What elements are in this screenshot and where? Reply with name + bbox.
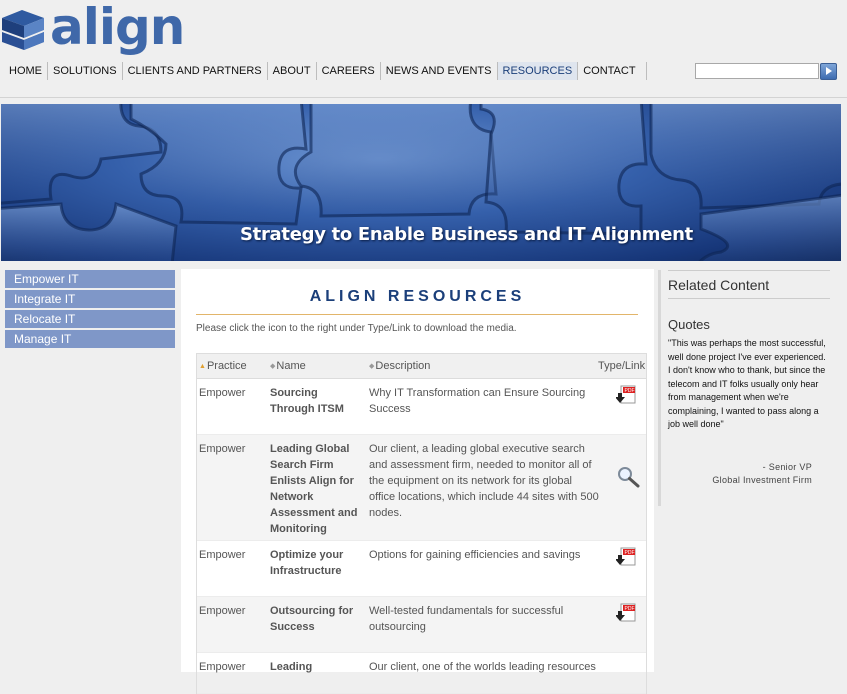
table-row: Empower Leading Global Search Firm Enlis… <box>197 435 646 541</box>
sidebar-item-relocate-it[interactable]: Relocate IT <box>5 310 175 328</box>
pdf-download-icon[interactable]: PDF <box>615 547 638 572</box>
cell-practice: Empower <box>199 387 246 399</box>
cell-description: Our client, a leading global executive s… <box>369 443 599 519</box>
magnifier-icon[interactable] <box>616 465 642 494</box>
table-header: ▲Practice ◆Name ◆Description Type/Link <box>197 354 646 379</box>
cell-practice: Empower <box>199 605 246 617</box>
nav-careers[interactable]: CAREERS <box>317 62 381 80</box>
attribution-org: Global Investment Firm <box>712 475 812 485</box>
cell-name: Leading Global Search Firm Enlists Align… <box>270 443 358 535</box>
nav-clients-and-partners[interactable]: CLIENTS AND PARTNERS <box>123 62 268 80</box>
sidebar: Empower IT Integrate IT Relocate IT Mana… <box>5 270 175 350</box>
cell-name: Outsourcing for Success <box>270 605 354 633</box>
pdf-download-icon[interactable]: PDF <box>615 385 638 410</box>
column-header-name[interactable]: ◆Name <box>270 360 306 372</box>
main-nav: HOME SOLUTIONS CLIENTS AND PARTNERS ABOU… <box>4 62 647 80</box>
nav-contact[interactable]: CONTACT <box>578 62 647 80</box>
column-header-type-link[interactable]: Type/Link <box>598 360 645 372</box>
nav-resources[interactable]: RESOURCES <box>497 62 579 80</box>
sort-icon: ◆ <box>270 363 276 370</box>
align-logo[interactable]: align <box>0 0 185 60</box>
right-column-divider <box>658 270 661 506</box>
resources-table: ▲Practice ◆Name ◆Description Type/Link E… <box>196 353 647 694</box>
cell-description: Well-tested fundamentals for successful … <box>369 605 564 633</box>
banner-caption: Strategy to Enable Business and IT Align… <box>240 224 693 245</box>
page-title: ALIGN RESOURCES <box>309 288 526 305</box>
related-content-title: Related Content <box>668 270 830 299</box>
cell-description: Options for gaining efficiencies and sav… <box>369 549 581 561</box>
table-row: Empower Outsourcing for Success Well-tes… <box>197 597 646 653</box>
cell-name: Optimize your Infrastructure <box>270 549 344 577</box>
cell-practice: Empower <box>199 549 246 561</box>
table-row: Empower Optimize your Infrastructure Opt… <box>197 541 646 597</box>
pdf-download-icon[interactable]: PDF <box>615 603 638 628</box>
nav-solutions[interactable]: SOLUTIONS <box>48 62 123 80</box>
sort-icon: ◆ <box>369 363 375 370</box>
main-content: ALIGN RESOURCES Please click the icon to… <box>181 269 654 694</box>
column-header-description-label: Description <box>375 360 431 372</box>
column-header-type-link-label: Type/Link <box>598 360 646 372</box>
column-header-name-label: Name <box>276 360 306 372</box>
nav-about[interactable]: ABOUT <box>268 62 317 80</box>
sort-asc-icon: ▲ <box>199 363 206 370</box>
search-button[interactable] <box>820 63 837 80</box>
column-header-description[interactable]: ◆Description <box>369 360 430 372</box>
cell-description: Our client, one of the worlds leading re… <box>369 661 596 673</box>
column-header-practice[interactable]: ▲Practice <box>199 360 247 372</box>
title-divider <box>196 314 638 315</box>
cell-practice: Empower <box>199 443 246 455</box>
hero-banner: Strategy to Enable Business and IT Align… <box>1 104 841 261</box>
header-divider <box>0 97 847 98</box>
quote-attribution: - Senior VP Global Investment Firm <box>668 461 812 487</box>
sidebar-item-integrate-it[interactable]: Integrate IT <box>5 290 175 308</box>
cell-name: Sourcing Through ITSM <box>270 387 344 415</box>
cube-icon <box>2 10 44 50</box>
table-row: Empower Sourcing Through ITSM Why IT Tra… <box>197 379 646 435</box>
svg-text:PDF: PDF <box>625 550 635 556</box>
cell-practice: Empower <box>199 661 246 673</box>
intro-text: Please click the icon to the right under… <box>196 323 517 334</box>
sidebar-item-manage-it[interactable]: Manage IT <box>5 330 175 348</box>
testimonial-quote: "This was perhaps the most successful, w… <box>668 338 826 429</box>
table-row: Empower Leading Our client, one of the w… <box>197 653 646 694</box>
nav-news-and-events[interactable]: NEWS AND EVENTS <box>381 62 498 80</box>
search-input[interactable] <box>695 63 819 79</box>
brand-name: align <box>50 0 185 56</box>
cell-description: Why IT Transformation can Ensure Sourcin… <box>369 387 586 415</box>
quotes-title: Quotes <box>668 317 710 332</box>
column-header-practice-label: Practice <box>206 360 247 372</box>
sidebar-item-empower-it[interactable]: Empower IT <box>5 270 175 288</box>
svg-text:PDF: PDF <box>625 388 635 394</box>
svg-text:PDF: PDF <box>625 606 635 612</box>
cell-name: Leading <box>270 661 313 673</box>
attribution-role: - Senior VP <box>762 462 812 472</box>
nav-home[interactable]: HOME <box>4 62 48 80</box>
